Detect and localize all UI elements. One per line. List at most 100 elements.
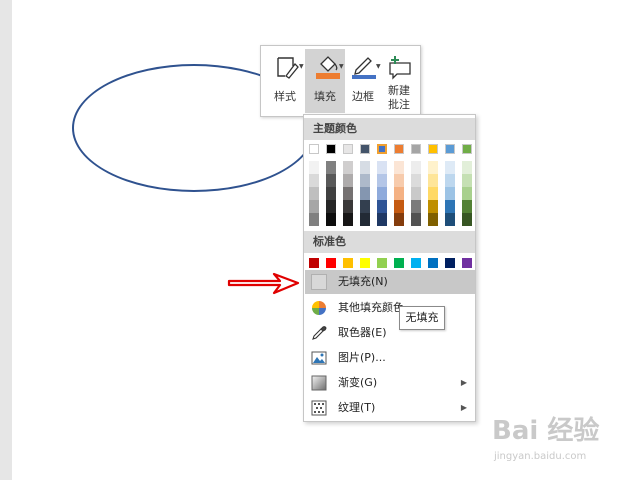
theme-shade-swatch[interactable] (326, 187, 336, 200)
theme-shade-swatch[interactable] (377, 161, 387, 174)
picture-menu-item[interactable]: 图片(P)... (305, 346, 475, 370)
watermark-url: jingyan.baidu.com (494, 451, 587, 462)
standard-colors-header: 标准色 (304, 231, 475, 253)
chevron-right-icon: ▶ (460, 378, 467, 387)
style-button[interactable]: ▼ 样式 (265, 49, 305, 113)
theme-shade-swatch[interactable] (411, 213, 421, 226)
theme-color-swatch[interactable] (428, 144, 438, 154)
baidu-jingyan-watermark: Bai 经验 jingyan.baidu.com (484, 414, 634, 476)
picture-label: 图片(P)... (338, 351, 386, 364)
theme-shade-swatch[interactable] (377, 213, 387, 226)
theme-shade-swatch[interactable] (428, 200, 438, 213)
style-label: 样式 (274, 90, 296, 103)
theme-color-swatch[interactable] (309, 144, 319, 154)
theme-color-swatch[interactable] (360, 144, 370, 154)
theme-shade-swatch[interactable] (343, 213, 353, 226)
theme-shade-swatch[interactable] (360, 174, 370, 187)
standard-color-swatch[interactable] (343, 258, 353, 268)
theme-shade-swatch[interactable] (462, 174, 472, 187)
theme-shade-swatch[interactable] (360, 200, 370, 213)
eyedropper-menu-item[interactable]: 取色器(E) (305, 321, 475, 345)
border-button[interactable]: ▼ 边框 (345, 49, 381, 113)
theme-shade-swatch[interactable] (360, 161, 370, 174)
standard-color-swatch[interactable] (377, 258, 387, 268)
fill-bucket-icon (316, 56, 340, 79)
standard-color-swatch[interactable] (428, 258, 438, 268)
no-fill-label: 无填充(N) (338, 275, 388, 288)
theme-shade-swatch[interactable] (411, 161, 421, 174)
chevron-down-icon: ▼ (339, 63, 344, 70)
theme-shade-swatch[interactable] (428, 161, 438, 174)
theme-shade-swatch[interactable] (411, 174, 421, 187)
theme-color-swatch[interactable] (394, 144, 404, 154)
fill-button[interactable]: ▼ 填充 (305, 49, 345, 113)
standard-color-swatch[interactable] (309, 258, 319, 268)
theme-shade-swatch[interactable] (360, 187, 370, 200)
theme-shade-swatch[interactable] (394, 213, 404, 226)
standard-color-swatch[interactable] (394, 258, 404, 268)
picture-icon (311, 351, 327, 365)
gradient-menu-item[interactable]: 渐变(G) ▶ (305, 371, 475, 395)
theme-shade-swatch[interactable] (309, 200, 319, 213)
theme-shade-swatch[interactable] (445, 213, 455, 226)
theme-color-swatch[interactable] (326, 144, 336, 154)
gradient-label: 渐变(G) (338, 376, 378, 389)
chevron-down-icon: ▼ (299, 63, 304, 70)
theme-shade-swatch[interactable] (343, 187, 353, 200)
theme-shade-swatch[interactable] (326, 200, 336, 213)
theme-shade-swatch[interactable] (309, 174, 319, 187)
standard-color-swatch[interactable] (360, 258, 370, 268)
standard-color-swatch[interactable] (445, 258, 455, 268)
fill-dropdown-menu: 主题颜色 标准色 无填充(N) 其他填充颜色 取色器(E) 图片(P)... 渐… (303, 114, 476, 422)
theme-shade-swatch[interactable] (377, 174, 387, 187)
theme-shade-swatch[interactable] (428, 187, 438, 200)
theme-shade-swatch[interactable] (445, 187, 455, 200)
standard-color-swatch[interactable] (326, 258, 336, 268)
theme-shade-swatch[interactable] (394, 187, 404, 200)
theme-color-swatch[interactable] (411, 144, 421, 154)
theme-color-swatch[interactable] (462, 144, 472, 154)
more-fill-colors-menu-item[interactable]: 其他填充颜色 (305, 296, 475, 320)
no-fill-icon (311, 274, 327, 290)
no-fill-menu-item[interactable]: 无填充(N) (305, 270, 475, 294)
texture-icon (311, 400, 327, 416)
theme-shade-swatch[interactable] (445, 161, 455, 174)
theme-shade-swatch[interactable] (377, 200, 387, 213)
theme-shade-swatch[interactable] (445, 174, 455, 187)
standard-color-swatch[interactable] (411, 258, 421, 268)
theme-color-swatch[interactable] (377, 144, 387, 154)
theme-shade-swatch[interactable] (343, 200, 353, 213)
theme-shade-swatch[interactable] (343, 174, 353, 187)
more-fill-colors-label: 其他填充颜色 (338, 301, 404, 314)
theme-shade-swatch[interactable] (309, 187, 319, 200)
new-comment-label-line1: 新建 (388, 84, 410, 97)
theme-colors-header: 主题颜色 (304, 118, 475, 140)
theme-shade-swatch[interactable] (411, 200, 421, 213)
theme-color-swatch[interactable] (445, 144, 455, 154)
theme-shade-swatch[interactable] (394, 174, 404, 187)
texture-menu-item[interactable]: 纹理(T) ▶ (305, 396, 475, 420)
theme-shade-swatch[interactable] (326, 213, 336, 226)
theme-shade-swatch[interactable] (326, 161, 336, 174)
theme-shade-swatch[interactable] (309, 161, 319, 174)
theme-shade-swatch[interactable] (394, 161, 404, 174)
standard-color-swatch[interactable] (462, 258, 472, 268)
theme-shade-swatch[interactable] (411, 187, 421, 200)
theme-shade-swatch[interactable] (462, 213, 472, 226)
theme-shade-swatch[interactable] (462, 200, 472, 213)
theme-shade-swatch[interactable] (445, 200, 455, 213)
theme-shade-swatch[interactable] (428, 213, 438, 226)
theme-shade-swatch[interactable] (428, 174, 438, 187)
theme-shade-swatch[interactable] (377, 187, 387, 200)
theme-shade-swatch[interactable] (462, 187, 472, 200)
color-wheel-icon (312, 301, 326, 315)
theme-shade-swatch[interactable] (309, 213, 319, 226)
theme-shade-swatch[interactable] (360, 213, 370, 226)
theme-shade-swatch[interactable] (343, 161, 353, 174)
new-comment-label-line2: 批注 (388, 98, 410, 111)
theme-color-swatch[interactable] (343, 144, 353, 154)
new-comment-button[interactable]: 新建 批注 (381, 49, 417, 113)
theme-shade-swatch[interactable] (462, 161, 472, 174)
theme-shade-swatch[interactable] (326, 174, 336, 187)
theme-shade-swatch[interactable] (394, 200, 404, 213)
